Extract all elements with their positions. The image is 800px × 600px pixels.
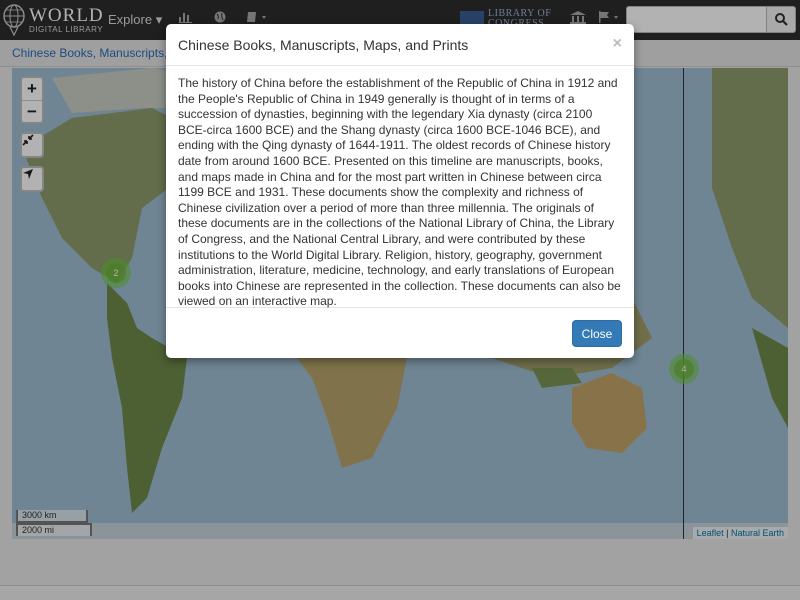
close-icon[interactable]: × <box>613 35 622 53</box>
page: WORLD DIGITAL LIBRARY Explore ▾ LIBRARY … <box>0 0 800 600</box>
info-modal: Chinese Books, Manuscripts, Maps, and Pr… <box>166 24 634 358</box>
modal-footer: Close <box>166 308 634 358</box>
close-button[interactable]: Close <box>572 320 622 347</box>
modal-header: Chinese Books, Manuscripts, Maps, and Pr… <box>166 24 634 66</box>
modal-body-text: The history of China before the establis… <box>166 66 634 308</box>
modal-title: Chinese Books, Manuscripts, Maps, and Pr… <box>178 37 469 53</box>
